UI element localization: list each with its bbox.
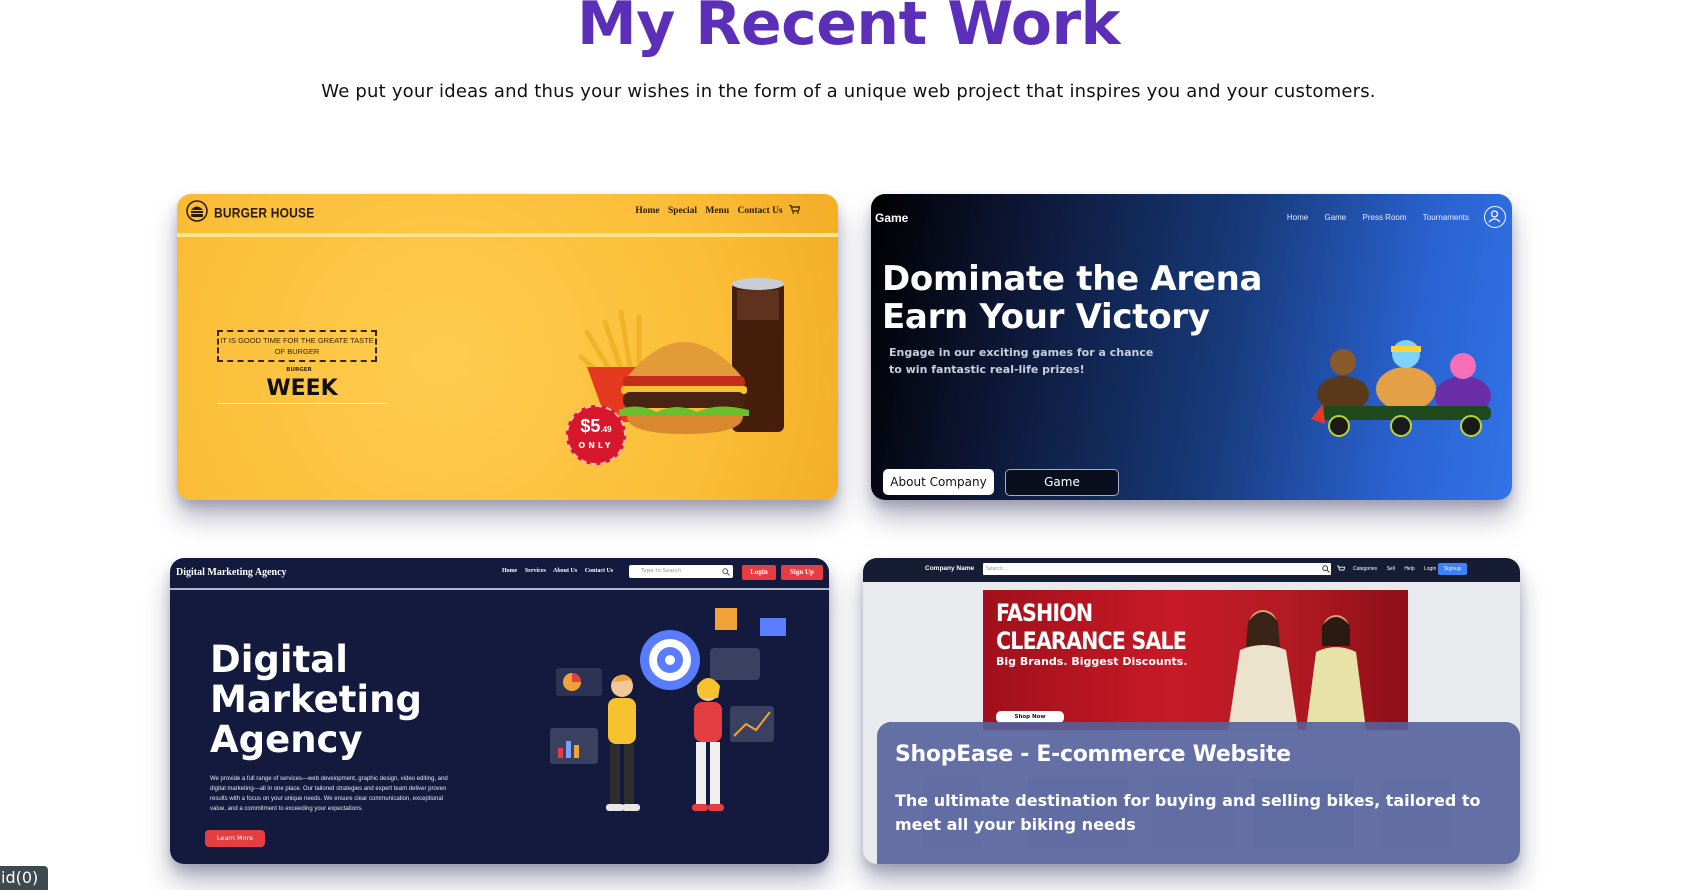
promo-week-label: WEEK <box>217 376 387 404</box>
models-illustration <box>1228 610 1366 730</box>
game-button[interactable]: Game <box>1005 469 1119 496</box>
promo-small-label: BURGER <box>286 367 312 373</box>
dm-search-input[interactable]: Type to Search <box>629 565 733 578</box>
dm-nav-links: Home Services About Us Contact Us <box>502 568 619 574</box>
game-headline: Dominate the Arena Earn Your Victory <box>882 259 1263 337</box>
marketing-illustration <box>550 608 786 811</box>
racers-illustration <box>1311 340 1491 437</box>
dm-nav-contact[interactable]: Contact Us <box>585 568 614 574</box>
price-badge: $5.49 ONLY <box>566 405 626 465</box>
game-nav-tournaments[interactable]: Tournaments <box>1423 213 1469 222</box>
dm-headline: Digital Marketing Agency <box>210 638 422 761</box>
dm-login-button[interactable]: Login <box>742 565 776 580</box>
debug-badge: id(0) <box>0 866 48 890</box>
section-subtitle: We put your ideas and thus your wishes i… <box>321 81 1376 102</box>
shop-nav-categories[interactable]: Categories <box>1353 566 1377 572</box>
banner-headline: FASHION CLEARANCE SALE <box>996 599 1187 655</box>
burger-nav-home[interactable]: Home <box>635 206 659 216</box>
section-title: My Recent Work <box>577 0 1120 59</box>
about-company-button[interactable]: About Company <box>883 469 994 495</box>
project-title: ShopEase - E-commerce Website <box>895 742 1291 767</box>
game-nav-press[interactable]: Press Room <box>1363 213 1407 222</box>
project-description: The ultimate destination for buying and … <box>895 791 1481 834</box>
game-brand: Game <box>875 211 909 225</box>
dm-nav-services[interactable]: Services <box>525 568 546 574</box>
fashion-banner: FASHION CLEARANCE SALE Big Brands. Bigge… <box>983 590 1408 730</box>
burger-logo-icon <box>186 200 208 222</box>
price-main: $5.49 <box>580 416 612 436</box>
cart-icon[interactable] <box>1337 565 1345 573</box>
game-subtext: Engage in our exciting games for a chanc… <box>889 346 1154 376</box>
project-card-shopease[interactable]: Company Name Search... Categories Sell H… <box>863 558 1520 864</box>
promo-box: IT IS GOOD TIME FOR THE GREATE TASTE OF … <box>217 330 377 362</box>
dm-brand: Digital Marketing Agency <box>176 567 287 578</box>
game-nav-links: Home Game Press Room Tournaments <box>1273 213 1469 222</box>
price-note: ONLY <box>578 441 614 450</box>
user-icon[interactable] <box>1484 206 1506 228</box>
shop-brand: Company Name <box>925 565 975 572</box>
dm-nav-home[interactable]: Home <box>502 568 517 574</box>
dm-nav-about[interactable]: About Us <box>553 568 577 574</box>
burger-nav-menu[interactable]: Menu <box>705 206 729 216</box>
shop-nav-sell[interactable]: Sell <box>1387 566 1395 572</box>
dm-signup-button[interactable]: Sign Up <box>781 565 823 580</box>
dm-paragraph: We provide a full range of services—web … <box>210 776 448 812</box>
shop-nav-help[interactable]: Help <box>1404 566 1414 572</box>
game-nav-game[interactable]: Game <box>1324 213 1346 222</box>
shop-nav-links: Categories Sell Help Login <box>1353 566 1444 572</box>
burger-nav-special[interactable]: Special <box>668 206 697 216</box>
learn-more-button[interactable]: Learn More <box>205 830 265 847</box>
banner-subtext: Big Brands. Biggest Discounts. <box>996 655 1188 668</box>
search-icon <box>1322 565 1330 573</box>
game-nav-home[interactable]: Home <box>1287 213 1308 222</box>
shop-signup-button[interactable]: Signup <box>1438 563 1467 575</box>
project-info-overlay: ShopEase - E-commerce Website The ultima… <box>877 722 1520 864</box>
cart-icon[interactable] <box>789 204 801 214</box>
burger-brand: BURGER HOUSE <box>214 204 315 222</box>
project-card-digital-marketing[interactable]: Digital Marketing Agency Home Services A… <box>170 558 829 864</box>
burger-nav-contact[interactable]: Contact Us <box>738 206 783 216</box>
project-card-game[interactable]: Game Home Game Press Room Tournaments Do… <box>871 194 1512 500</box>
project-card-burger-house[interactable]: BURGER HOUSE Home Special Menu Contact U… <box>177 194 838 500</box>
burger-nav-links: Home Special Menu Contact Us <box>629 204 801 216</box>
search-icon <box>722 568 730 576</box>
shop-nav-login[interactable]: Login <box>1424 566 1436 572</box>
shop-search-input[interactable]: Search... <box>983 563 1331 575</box>
